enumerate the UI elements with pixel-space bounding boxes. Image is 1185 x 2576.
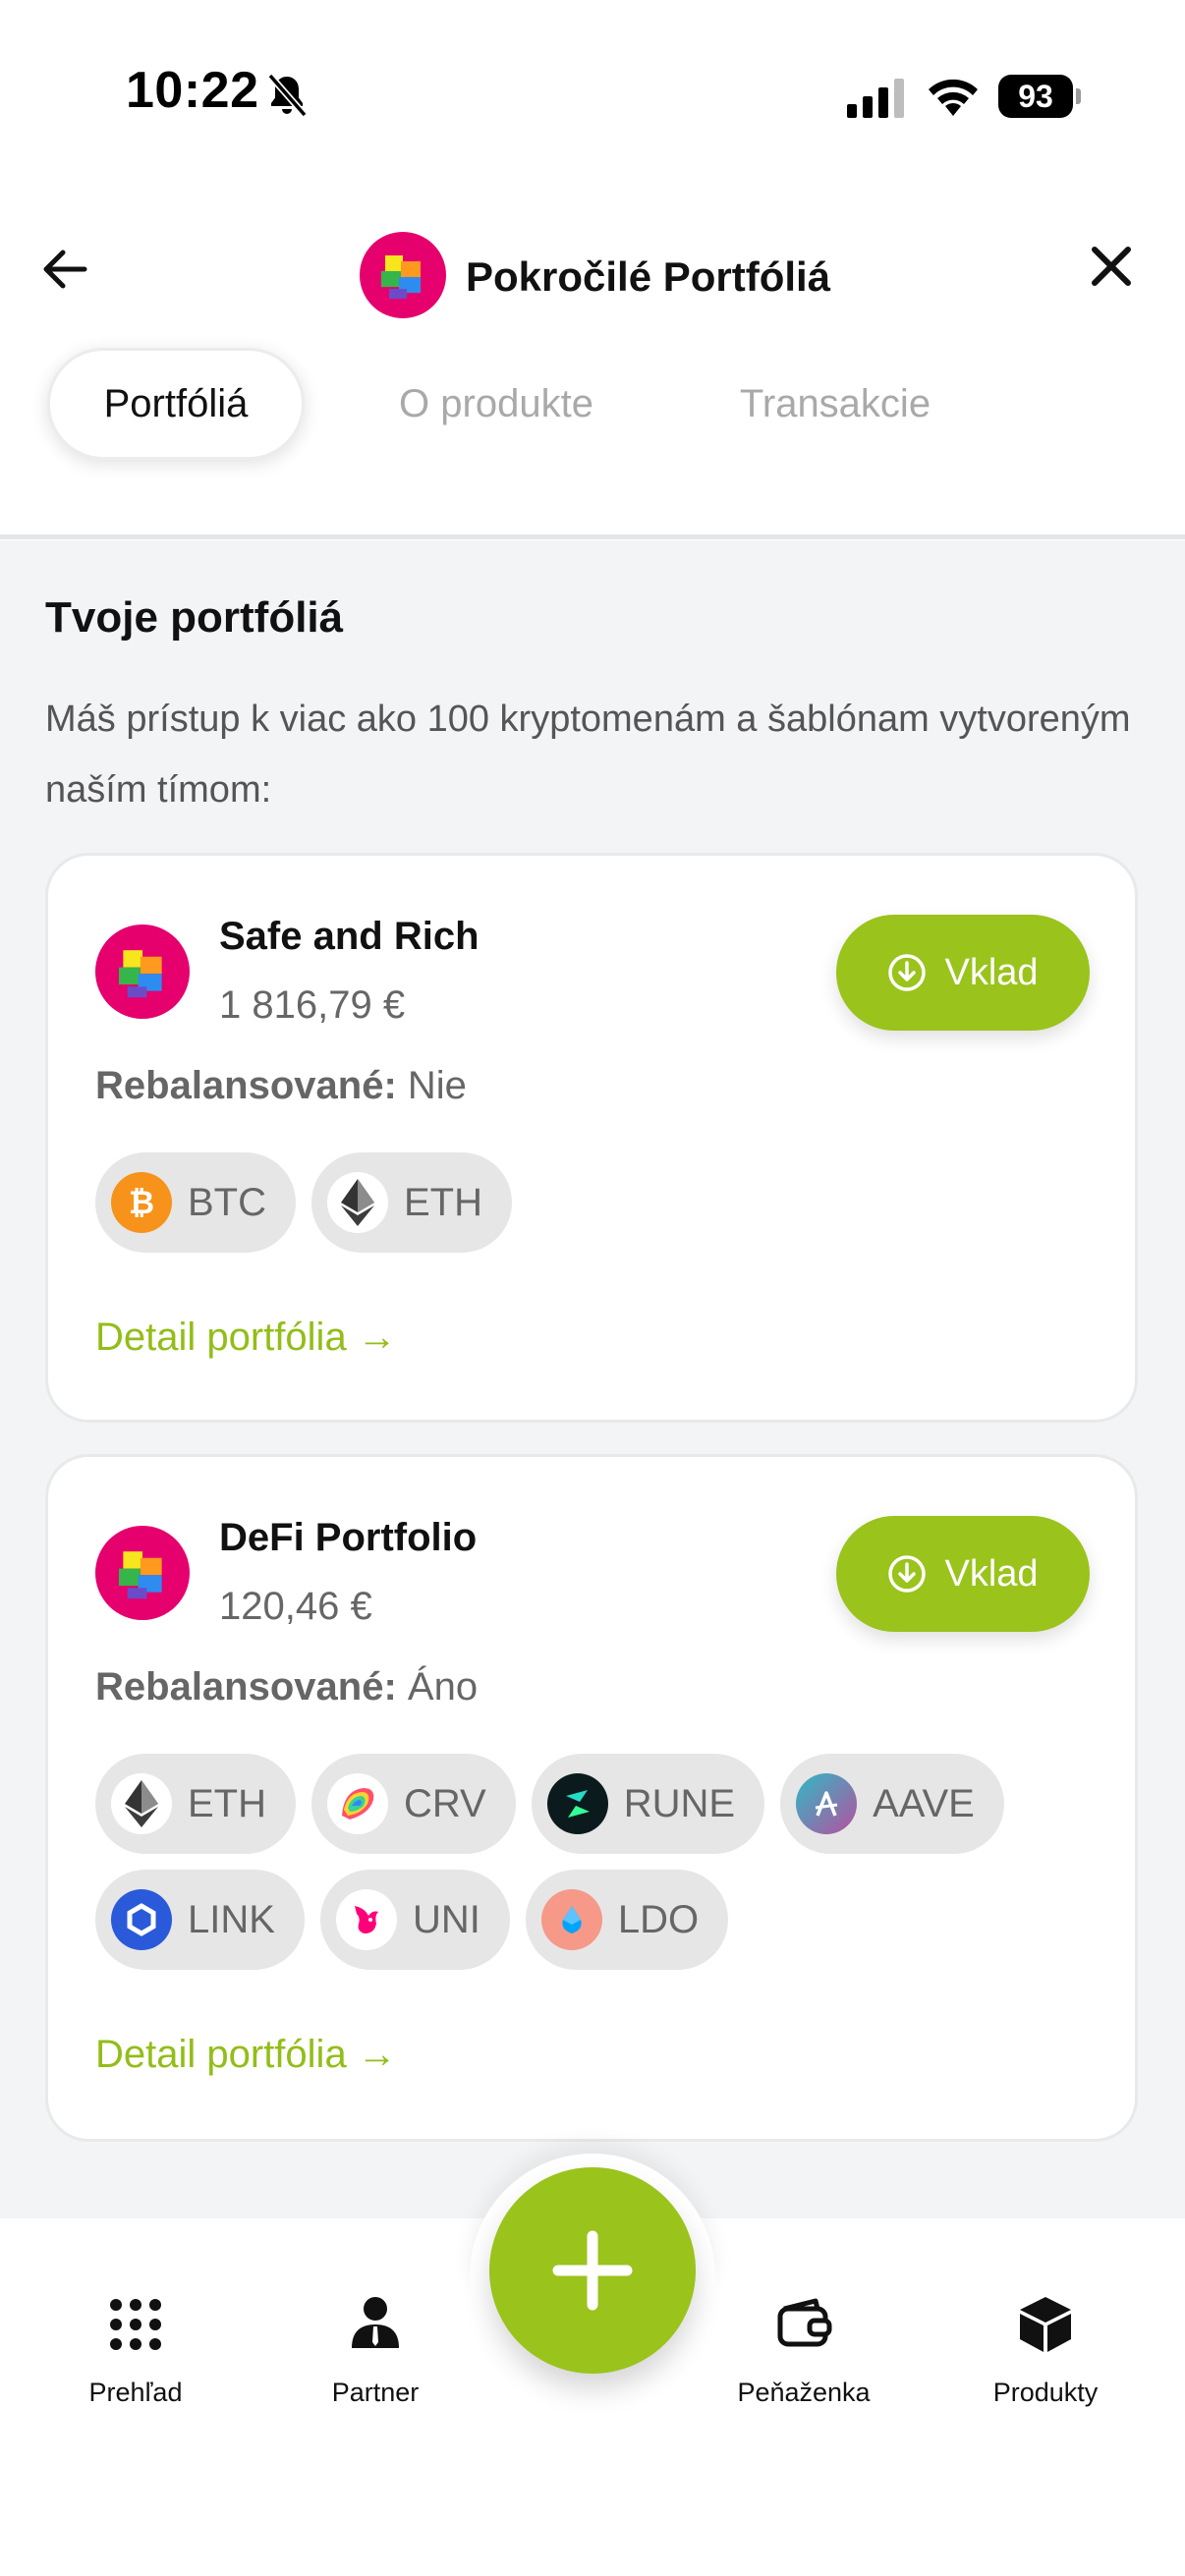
nav-label: Peňaženka [737,2378,871,2407]
download-circle-icon [888,1555,927,1593]
section-description: Máš prístup k viac ako 100 kryptomenám a… [45,699,1131,811]
portfolio-card[interactable]: Safe and Rich 1 816,79 € Vklad Rebalanso… [45,853,1138,1423]
coin-symbol: AAVE [873,1781,975,1825]
portfolio-logo [95,924,190,1019]
nav-overview[interactable]: Prehľad [37,2293,234,2408]
puzzle-logo-icon [381,255,421,299]
deposit-button[interactable]: Vklad [836,915,1090,1031]
wifi-icon [929,79,978,116]
nav-label: Partner [331,2378,420,2407]
tab-bar: Portfóliá O produkte Transakcie [0,324,1185,462]
coin-chip-eth: ETH [95,1754,296,1854]
coin-symbol: RUNE [623,1781,736,1825]
ethereum-icon [327,1172,388,1233]
bottom-navigation: Prehľad Partner Peňaženka Produkty [0,2154,1185,2576]
puzzle-logo-icon [119,950,162,998]
curve-icon [327,1773,388,1834]
portfolio-name: DeFi Portfolio [219,1516,478,1559]
tab-transactions[interactable]: Transakcie [717,348,953,460]
coin-chip-btc: ₿ BTC [95,1152,296,1253]
wallet-icon [777,2298,832,2347]
header-title: Pokročilé Portfóliá [466,253,831,300]
bell-slash-icon [267,73,308,118]
coin-chips: ₿ BTC ETH [95,1152,1098,1253]
coin-symbol: BTC [188,1180,266,1224]
rebalanced-status: Rebalansované: Nie [95,1064,467,1108]
product-logo [360,232,446,318]
header: Pokročilé Portfóliá Portfóliá O produkte… [0,187,1185,540]
portfolio-value: 1 816,79 € [219,983,406,1027]
person-icon [352,2297,399,2348]
header-divider [0,534,1185,539]
rebalanced-value: Nie [407,1064,467,1107]
nav-wallet[interactable]: Peňaženka [705,2293,902,2408]
main-content: Tvoje portfóliá Máš prístup k viac ako 1… [0,540,1185,2220]
portfolio-card[interactable]: DeFi Portfolio 120,46 € Vklad Rebalansov… [45,1454,1138,2142]
coin-chip-uni: UNI [319,1870,510,1970]
download-circle-icon [888,954,927,991]
box-icon [1020,2297,1071,2352]
coin-chip-link: LINK [95,1870,305,1970]
portfolio-name: Safe and Rich [219,915,480,958]
rebalanced-status: Rebalansované: Áno [95,1665,478,1709]
coin-chips: ETH CRV RUNE AAVE LINK UNI LDO [95,1754,1098,1970]
portfolio-value: 120,46 € [219,1585,372,1628]
nav-label: Produkty [992,2378,1099,2407]
portfolio-logo [95,1526,190,1620]
add-button[interactable] [489,2167,696,2374]
uniswap-icon [335,1889,397,1950]
back-arrow-icon[interactable] [39,244,90,295]
coin-chip-crv: CRV [311,1754,516,1854]
section-title: Tvoje portfóliá [45,593,344,642]
thorchain-icon [546,1773,608,1834]
grid-icon [110,2299,161,2350]
rebalanced-label: Rebalansované: [95,1665,397,1708]
lido-icon [540,1889,602,1950]
coin-symbol: UNI [412,1897,480,1941]
svg-text:₿: ₿ [129,1184,154,1221]
battery-level: 93 [998,75,1073,118]
tab-portfolios[interactable]: Portfóliá [47,348,305,460]
coin-chip-eth: ETH [311,1152,512,1253]
portfolio-detail-link[interactable]: Detail portfólia → [95,1316,397,1360]
nav-label: Prehľad [88,2378,183,2407]
nav-products[interactable]: Produkty [947,2293,1144,2408]
battery-tip [1076,88,1081,104]
coin-symbol: ETH [404,1180,482,1224]
battery-indicator: 93 [998,75,1081,118]
coin-symbol: CRV [404,1781,486,1825]
cellular-signal-icon [847,79,904,118]
portfolio-detail-link[interactable]: Detail portfólia → [95,2033,397,2077]
aave-icon [796,1773,858,1834]
chainlink-icon [111,1889,172,1950]
coin-chip-ldo: LDO [525,1870,729,1970]
coin-symbol: LINK [188,1897,275,1941]
status-bar: 10:22 93 [0,0,1185,187]
plus-icon [552,2230,633,2311]
deposit-label: Vklad [944,1552,1039,1595]
puzzle-logo-icon [119,1551,162,1599]
coin-symbol: ETH [188,1781,266,1825]
deposit-button[interactable]: Vklad [836,1516,1090,1632]
ethereum-icon [111,1773,172,1834]
nav-partner[interactable]: Partner [277,2293,474,2408]
close-icon[interactable] [1089,244,1134,289]
rebalanced-label: Rebalansované: [95,1064,397,1107]
deposit-label: Vklad [944,951,1039,993]
status-time: 10:22 [126,62,259,119]
coin-symbol: LDO [617,1897,700,1941]
coin-chip-aave: AAVE [780,1754,1004,1854]
rebalanced-value: Áno [407,1665,479,1708]
bitcoin-icon: ₿ [111,1172,172,1233]
tab-about-product[interactable]: O produkte [373,348,619,460]
coin-chip-rune: RUNE [531,1754,765,1854]
